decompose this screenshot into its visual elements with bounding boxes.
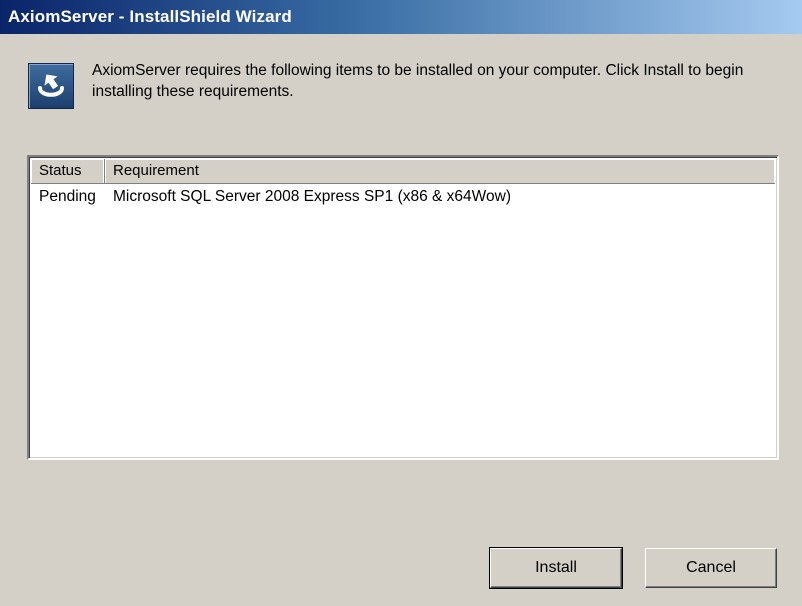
requirements-list-body: Pending Microsoft SQL Server 2008 Expres… (31, 185, 775, 209)
installshield-wizard-window: AxiomServer - InstallShield Wizard Axiom… (0, 0, 802, 606)
column-header-requirement[interactable]: Requirement (105, 159, 775, 183)
window-title: AxiomServer - InstallShield Wizard (8, 7, 292, 26)
requirement-name: Microsoft SQL Server 2008 Express SP1 (x… (113, 188, 511, 205)
requirements-list-header: Status Requirement (31, 159, 775, 184)
requirement-status: Pending (39, 188, 96, 205)
column-header-status[interactable]: Status (31, 159, 105, 183)
requirements-message: AxiomServer requires the following items… (92, 62, 744, 100)
requirements-list[interactable]: Status Requirement Pending Microsoft SQL… (27, 155, 779, 460)
install-button[interactable]: Install (489, 547, 623, 589)
window-title-bar[interactable]: AxiomServer - InstallShield Wizard (0, 0, 802, 34)
installshield-setup-icon (28, 63, 74, 109)
list-item[interactable]: Pending Microsoft SQL Server 2008 Expres… (31, 185, 775, 209)
cancel-button[interactable]: Cancel (645, 548, 777, 588)
